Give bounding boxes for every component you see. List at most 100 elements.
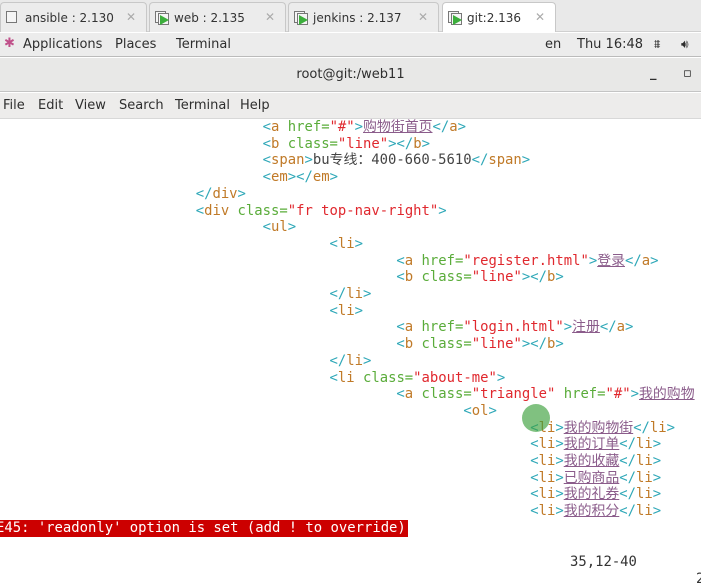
maximize-button[interactable]: ▫ <box>683 66 692 81</box>
attribute-name: class= <box>413 269 472 286</box>
tag-bracket: > <box>555 453 564 470</box>
close-tab-icon[interactable]: ✕ <box>418 10 428 24</box>
tag-name: b <box>404 336 414 353</box>
tag-name: li <box>538 503 556 520</box>
vm-tab[interactable]: ansible : 2.130 ✕ <box>0 2 147 32</box>
code-line: <b class="line"></b> <box>0 136 701 153</box>
attribute-value: "#" <box>605 386 631 403</box>
clock[interactable]: Thu 16:48 <box>577 37 643 52</box>
menu-file[interactable]: File <box>3 98 25 113</box>
tag-bracket: > <box>652 436 662 453</box>
tag-bracket: < <box>530 453 539 470</box>
vm-running-icon <box>447 10 463 26</box>
code-line: <li>我的订单</li> <box>0 436 701 453</box>
close-tab-icon[interactable]: ✕ <box>535 10 545 24</box>
applications-menu[interactable]: Applications <box>23 37 102 52</box>
tag-bracket: > <box>555 486 564 503</box>
tag-bracket: > <box>287 219 297 236</box>
text-content: bu专线：400-660-5610 <box>312 152 472 169</box>
vm-tab[interactable]: jenkins : 2.137 ✕ <box>288 2 439 32</box>
tag-bracket: </ <box>599 319 617 336</box>
link-text: 我的订单 <box>563 436 620 453</box>
tag-bracket: > <box>237 185 246 202</box>
scroll-percent: 2 <box>696 571 701 587</box>
code-line: <li> <box>0 303 701 320</box>
tag-name: li <box>636 469 653 486</box>
menu-search[interactable]: Search <box>119 98 164 113</box>
tag-bracket: < <box>530 469 539 486</box>
minimize-button[interactable]: _ <box>650 66 657 81</box>
vim-editor[interactable]: <a href="#">购物街首页</a> <b class="line"></… <box>0 119 701 519</box>
link-text: 注册 <box>572 319 600 336</box>
tag-bracket: </ <box>619 453 637 470</box>
tag-name: li <box>346 352 363 369</box>
network-icon[interactable]: ⩩ <box>654 37 660 52</box>
attribute-value: "line" <box>471 336 522 353</box>
tag-bracket: </ <box>619 436 637 453</box>
attribute-name: href= <box>413 252 464 269</box>
tag-bracket: < <box>262 169 271 186</box>
code-line: <li>我的购物街</li> <box>0 420 701 437</box>
tag-name: li <box>636 453 653 470</box>
code-line: </li> <box>0 286 701 303</box>
vm-tab-bar: ansible : 2.130 ✕ web : 2.135 ✕ jenkins : 2.… <box>0 0 701 32</box>
volume-icon[interactable]: 🔊︎ <box>681 37 689 52</box>
code-line: <a href="register.html">登录</a> <box>0 253 701 270</box>
window-titlebar: root@git:/web11 _ ▫ <box>0 58 701 92</box>
tag-bracket: < <box>329 235 338 252</box>
vm-tab[interactable]: git:2.136 ✕ <box>442 2 556 32</box>
applications-icon: ✱ <box>4 36 15 51</box>
attribute-name: class= <box>279 135 338 152</box>
tag-bracket: < <box>396 319 405 336</box>
tag-name: li <box>636 436 653 453</box>
tag-name: li <box>636 486 653 503</box>
tag-name: div <box>212 185 238 202</box>
tag-bracket: < <box>262 135 271 152</box>
tag-bracket: < <box>396 252 405 269</box>
tag-bracket: < <box>530 436 539 453</box>
terminal-menu[interactable]: Terminal <box>176 37 231 52</box>
tag-name: li <box>337 369 355 386</box>
tag-bracket: > <box>421 135 430 152</box>
link-text: 我的礼券 <box>563 486 620 503</box>
attribute-name: href= <box>279 119 330 135</box>
tag-bracket: > <box>521 152 531 169</box>
link-text: 我的收藏 <box>563 453 620 470</box>
tag-bracket: < <box>463 402 472 419</box>
tag-bracket: < <box>396 336 405 353</box>
tag-name: a <box>641 252 651 269</box>
menu-view[interactable]: View <box>75 98 106 113</box>
code-line: <b class="line"></b> <box>0 336 701 353</box>
tag-bracket: > <box>625 319 634 336</box>
tag-bracket: </ <box>432 119 450 135</box>
attribute-value: "login.html" <box>463 319 564 336</box>
attribute-name: href= <box>555 386 606 403</box>
window-title: root@git:/web11 <box>296 67 405 82</box>
tag-bracket: </ <box>296 169 313 186</box>
tag-bracket: > <box>650 252 659 269</box>
language-indicator[interactable]: en <box>545 37 561 52</box>
cursor-position: 35,12-40 <box>570 554 637 570</box>
attribute-value: "fr top-nav-right" <box>287 202 439 219</box>
code-line: </li> <box>0 353 701 370</box>
tag-name: li <box>346 286 363 303</box>
menu-edit[interactable]: Edit <box>38 98 63 113</box>
menu-terminal[interactable]: Terminal <box>175 98 230 113</box>
places-menu[interactable]: Places <box>115 37 156 52</box>
menu-help[interactable]: Help <box>240 98 270 113</box>
code-line: <ol> <box>0 403 701 420</box>
close-tab-icon[interactable]: ✕ <box>265 10 275 24</box>
tag-bracket: </ <box>619 486 637 503</box>
tag-bracket: > <box>555 336 564 353</box>
tag-name: li <box>538 469 556 486</box>
tab-label: git:2.136 <box>467 10 522 25</box>
close-tab-icon[interactable]: ✕ <box>126 10 136 24</box>
tag-bracket: </ <box>619 469 637 486</box>
tag-bracket: </ <box>329 286 347 303</box>
code-line: <b class="line"></b> <box>0 269 701 286</box>
tag-bracket: > <box>555 503 564 520</box>
error-message: E45: 'readonly' option is set (add ! to … <box>0 520 408 537</box>
tag-bracket: > <box>287 169 297 186</box>
vm-tab[interactable]: web : 2.135 ✕ <box>149 2 286 32</box>
attribute-value: "register.html" <box>463 252 589 269</box>
